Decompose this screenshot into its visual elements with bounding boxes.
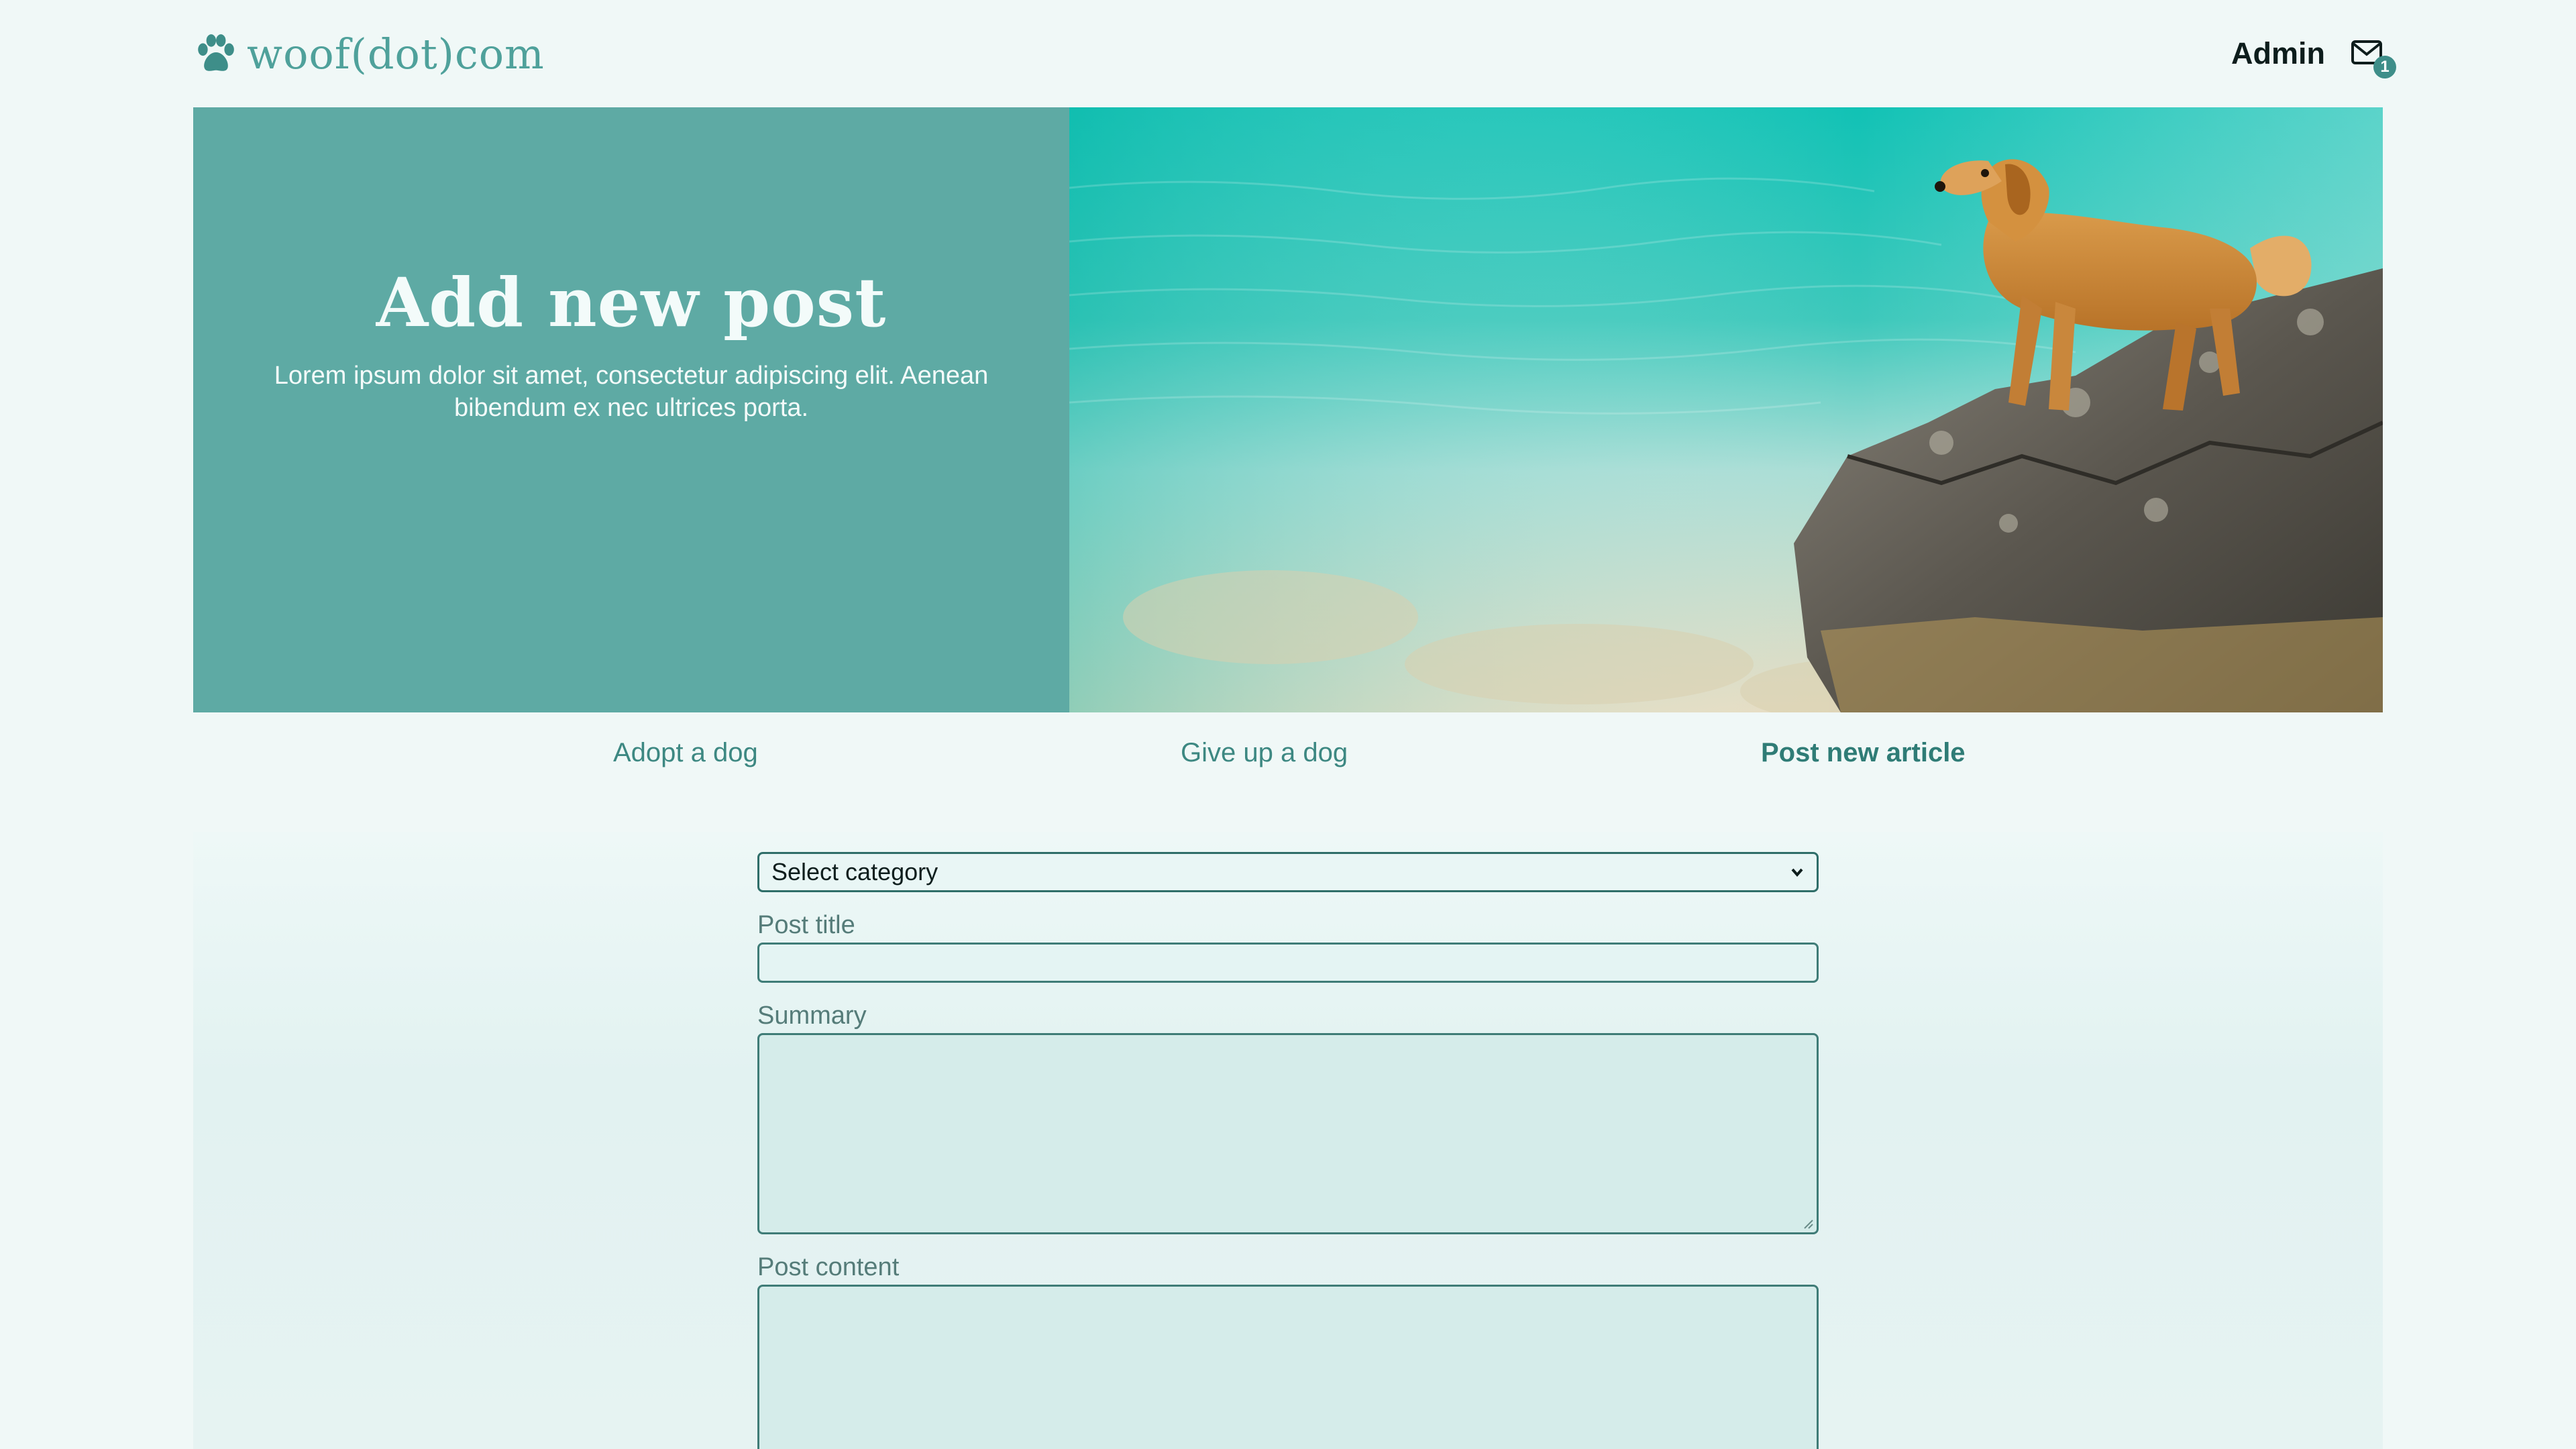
summary-label: Summary (757, 1002, 867, 1030)
hero-text-panel: Add new post Lorem ipsum dolor sit amet,… (193, 107, 1069, 712)
site-header: woof(dot)com Admin 1 (193, 0, 2396, 107)
new-post-form: Select category Post title Summary Post … (757, 852, 1819, 1449)
category-select-value: Select category (771, 858, 938, 885)
post-content-textarea[interactable] (757, 1285, 1819, 1449)
site-logo[interactable]: woof(dot)com (193, 30, 545, 78)
chevron-down-icon (1791, 868, 1803, 877)
post-content-label: Post content (757, 1253, 900, 1281)
summary-textarea[interactable] (757, 1033, 1819, 1234)
page: woof(dot)com Admin 1 Add new post Lorem … (0, 0, 2576, 1449)
mail-button[interactable]: 1 (2351, 40, 2396, 78)
nav-post-new-article[interactable]: Post new article (1761, 738, 1966, 768)
hero-subtitle: Lorem ipsum dolor sit amet, consectetur … (274, 362, 989, 422)
user-area: Admin 1 (2231, 36, 2396, 78)
mail-badge: 1 (2373, 56, 2396, 78)
page-title: Add new post (376, 263, 887, 342)
nav-adopt-a-dog[interactable]: Adopt a dog (613, 738, 758, 768)
paw-icon (198, 34, 234, 71)
logo-text: woof(dot)com (247, 29, 545, 78)
hero-banner: Add new post Lorem ipsum dolor sit amet,… (193, 107, 2383, 712)
resize-grip-icon[interactable] (1803, 1219, 1814, 1230)
post-title-label: Post title (757, 911, 855, 939)
section-nav: Adopt a dog Give up a dog Post new artic… (193, 712, 2383, 800)
nav-give-up-a-dog[interactable]: Give up a dog (1181, 738, 1348, 768)
user-name[interactable]: Admin (2231, 36, 2325, 71)
category-select[interactable]: Select category (757, 852, 1819, 892)
dog-photo-illustration (1069, 107, 2383, 712)
hero-image (1069, 107, 2383, 712)
post-title-input[interactable] (757, 943, 1819, 983)
